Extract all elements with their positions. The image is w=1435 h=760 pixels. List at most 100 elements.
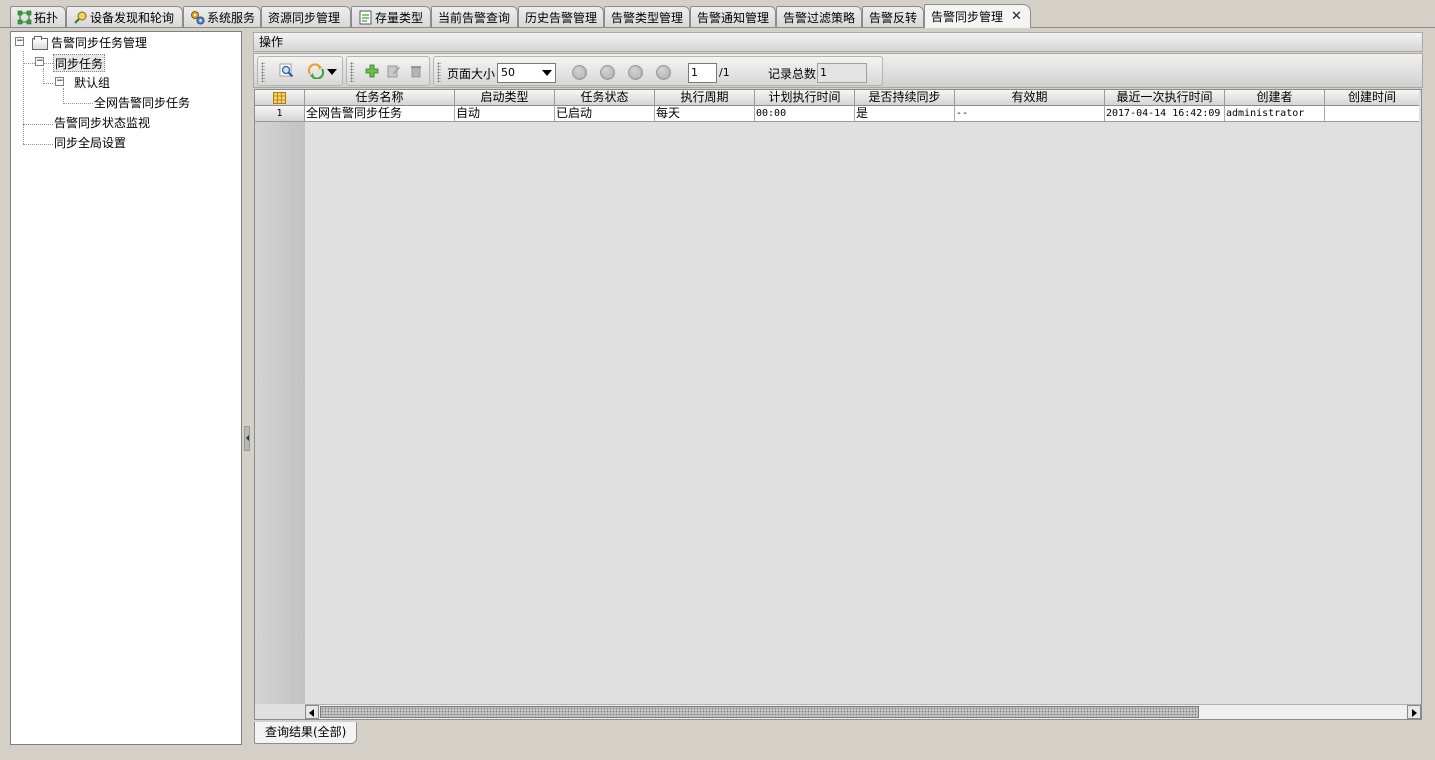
column-header-start-type[interactable]: 启动类型 xyxy=(455,90,555,106)
toolbar-grip xyxy=(350,62,354,82)
tree-collapse-toggle[interactable]: − xyxy=(55,77,64,86)
page-size-label: 页面大小 xyxy=(447,67,496,81)
first-page-button[interactable] xyxy=(572,65,587,80)
page-size-select[interactable]: 50 xyxy=(497,63,556,83)
tab-inventory-type[interactable]: 存量类型 xyxy=(351,6,431,27)
last-page-button[interactable] xyxy=(656,65,671,80)
tab-label: 告警过滤策略 xyxy=(783,10,856,25)
task-table: 任务名称 启动类型 任务状态 执行周期 计划执行时间 是否持续同步 有效期 最近… xyxy=(254,89,1422,720)
tab-label: 当前告警查询 xyxy=(438,10,511,25)
column-header-continuous-sync[interactable]: 是否持续同步 xyxy=(855,90,955,106)
search-icon xyxy=(279,63,295,82)
tab-topology[interactable]: 拓扑 xyxy=(10,6,66,27)
column-header-cycle[interactable]: 执行周期 xyxy=(655,90,755,106)
column-chooser-button[interactable] xyxy=(255,90,305,106)
cell-task-name: 全网告警同步任务 xyxy=(305,106,455,121)
edit-button[interactable] xyxy=(385,63,403,81)
add-button[interactable] xyxy=(363,63,381,81)
close-icon[interactable]: ✕ xyxy=(1011,9,1022,24)
tab-query-results[interactable]: 查询结果(全部) xyxy=(254,722,358,744)
current-page-input[interactable]: 1 xyxy=(688,63,717,83)
operation-section-header: 操作 xyxy=(253,32,1423,52)
tab-alarm-reverse[interactable]: 告警反转 xyxy=(862,6,924,27)
chevron-down-icon xyxy=(542,70,552,76)
tree-connector xyxy=(43,83,53,84)
tree-item-sync-tasks[interactable]: 同步任务 xyxy=(53,54,106,72)
topology-icon xyxy=(17,10,32,25)
tab-label: 历史告警管理 xyxy=(525,10,598,25)
tree-item-default-group[interactable]: 默认组 xyxy=(74,74,110,92)
scrollbar-thumb[interactable] xyxy=(320,706,1199,718)
panel-splitter[interactable] xyxy=(243,31,252,745)
column-header-creator[interactable]: 创建者 xyxy=(1225,90,1325,106)
tree-connector xyxy=(23,144,53,145)
page-size-value: 50 xyxy=(501,66,515,79)
row-number: 1 xyxy=(255,106,305,121)
tree-item-root[interactable]: 告警同步任务管理 xyxy=(51,34,147,52)
tree-connector xyxy=(63,88,64,104)
tab-resource-sync[interactable]: 资源同步管理 xyxy=(261,6,351,27)
discovery-icon xyxy=(73,10,88,25)
table-header: 任务名称 启动类型 任务状态 执行周期 计划执行时间 是否持续同步 有效期 最近… xyxy=(255,90,1419,106)
main-content: 操作 页面大小 50 1 /1 记录总数 1 任务名称 启动类型 任务状态 执行… xyxy=(252,31,1424,745)
cell-created-time xyxy=(1325,106,1419,121)
cell-validity: -- xyxy=(955,106,1105,121)
refresh-dropdown-button[interactable] xyxy=(304,62,340,82)
tab-system-service[interactable]: 系统服务 xyxy=(183,6,261,27)
row-header-column xyxy=(255,90,305,704)
tab-label: 告警类型管理 xyxy=(611,10,684,25)
horizontal-scrollbar[interactable] xyxy=(305,704,1421,719)
tree-item-global-settings[interactable]: 同步全局设置 xyxy=(54,134,126,152)
tab-label: 资源同步管理 xyxy=(268,10,341,25)
table-row[interactable]: 1 全网告警同步任务 自动 已启动 每天 00:00 是 -- 2017-04-… xyxy=(255,106,1419,122)
inventory-icon xyxy=(358,10,373,25)
arrow-left-icon xyxy=(309,709,314,717)
tree-item-network-sync-task[interactable]: 全网告警同步任务 xyxy=(94,94,190,112)
cell-continuous-sync: 是 xyxy=(855,106,955,121)
trash-icon xyxy=(409,64,423,81)
tree-collapse-toggle[interactable]: − xyxy=(15,37,24,46)
next-page-button[interactable] xyxy=(628,65,643,80)
navigation-tree: − 告警同步任务管理 − 同步任务 − 默认组 全网告警同步任务 告警同步状态监… xyxy=(10,31,242,745)
plus-icon xyxy=(365,64,379,81)
tab-alarm-filter[interactable]: 告警过滤策略 xyxy=(776,6,862,27)
column-header-validity[interactable]: 有效期 xyxy=(955,90,1105,106)
tree-item-status-monitor[interactable]: 告警同步状态监视 xyxy=(54,114,150,132)
tab-history-alarm[interactable]: 历史告警管理 xyxy=(518,6,604,27)
cell-last-run: 2017-04-14 16:42:09 xyxy=(1105,106,1225,121)
cell-cycle: 每天 xyxy=(655,106,755,121)
scroll-right-button[interactable] xyxy=(1407,705,1421,719)
toolbar: 页面大小 50 1 /1 记录总数 1 xyxy=(253,53,1423,88)
cell-task-status: 已启动 xyxy=(555,106,655,121)
toolbar-grip xyxy=(437,62,441,82)
scroll-left-button[interactable] xyxy=(305,705,319,719)
tab-alarm-notify[interactable]: 告警通知管理 xyxy=(690,6,776,27)
tab-label: 告警通知管理 xyxy=(697,10,770,25)
previous-page-button[interactable] xyxy=(600,65,615,80)
column-header-task-name[interactable]: 任务名称 xyxy=(305,90,455,106)
delete-button[interactable] xyxy=(407,63,425,81)
tab-label: 告警反转 xyxy=(869,10,918,25)
folder-icon xyxy=(32,36,48,50)
record-count-label: 记录总数 xyxy=(768,67,817,81)
tab-device-discovery[interactable]: 设备发现和轮询 xyxy=(66,6,183,27)
column-header-last-run[interactable]: 最近一次执行时间 xyxy=(1105,90,1225,106)
gears-icon xyxy=(190,10,205,25)
tree-connector xyxy=(23,51,24,144)
tree-collapse-toggle[interactable]: − xyxy=(35,57,44,66)
tab-current-alarm[interactable]: 当前告警查询 xyxy=(431,6,518,27)
arrow-right-icon xyxy=(1412,709,1417,717)
cell-start-type: 自动 xyxy=(455,106,555,121)
tab-label: 设备发现和轮询 xyxy=(90,10,175,25)
tab-alarm-type[interactable]: 告警类型管理 xyxy=(604,6,690,27)
splitter-collapse-button[interactable] xyxy=(244,426,250,451)
query-button[interactable] xyxy=(278,63,296,81)
chevron-down-icon xyxy=(327,65,337,79)
tab-label: 存量类型 xyxy=(375,10,424,25)
tab-alarm-sync[interactable]: 告警同步管理 ✕ xyxy=(924,4,1031,28)
refresh-icon xyxy=(307,62,325,82)
total-pages: /1 xyxy=(719,66,730,79)
column-header-task-status[interactable]: 任务状态 xyxy=(555,90,655,106)
column-header-created-time[interactable]: 创建时间 xyxy=(1325,90,1419,106)
column-header-planned-time[interactable]: 计划执行时间 xyxy=(755,90,855,106)
